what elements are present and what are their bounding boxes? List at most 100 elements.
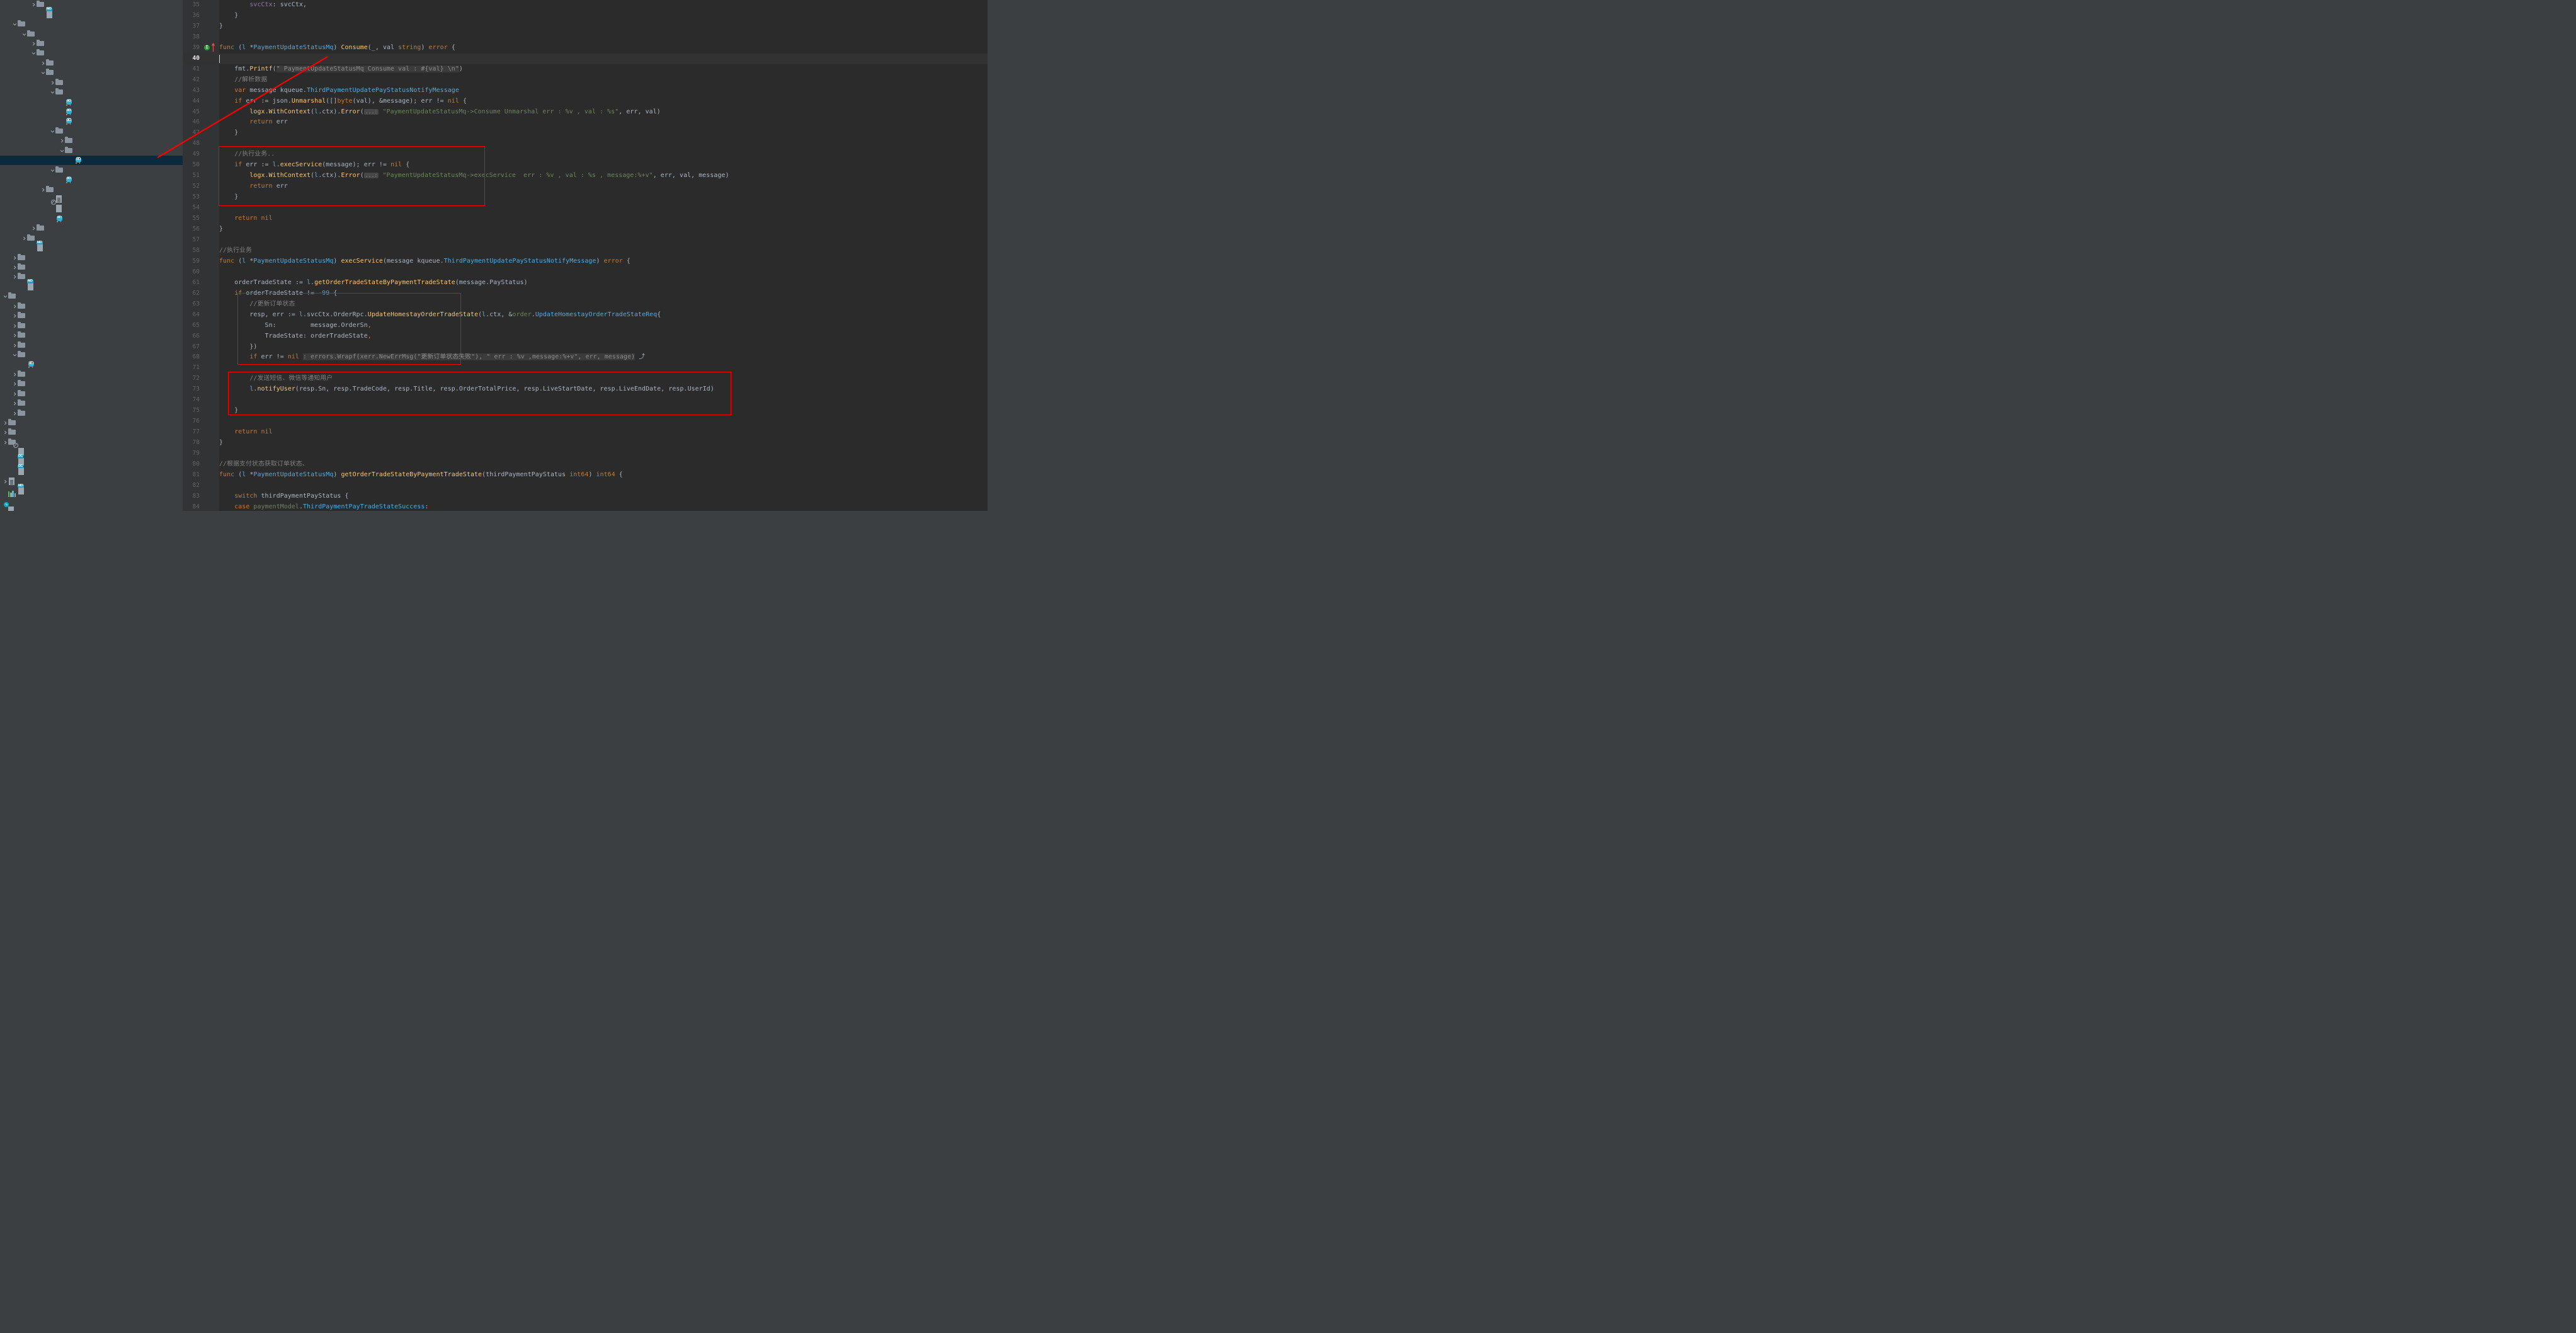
tree-item-paymentupdatestatus-go[interactable] (0, 156, 183, 166)
tree-item-order[interactable] (0, 20, 183, 29)
code-line[interactable]: switch thirdPaymentPayStatus { (219, 491, 988, 502)
tree-item-etc[interactable] (0, 59, 183, 68)
tree-item-ctxdata[interactable] (0, 311, 183, 321)
tree-item-order-go[interactable] (0, 214, 183, 224)
code-line[interactable]: if err != nil : errors.Wrapf(xerr.NewErr… (219, 352, 988, 363)
chevron-down-icon[interactable] (3, 294, 8, 299)
code-line[interactable]: if err := json.Unmarshal([]byte(val), &m… (219, 96, 988, 107)
editor-gutter[interactable]: 35 36 37 38 39 40 41 42 43 44 45 46 47 48 49 50 51 52 53 54… (183, 0, 219, 511)
tree-item-data[interactable] (0, 418, 183, 428)
tree-item-readme-md[interactable]: MD (0, 241, 183, 253)
tree-item-gitignore[interactable] (0, 443, 183, 457)
chevron-right-icon[interactable] (12, 372, 18, 377)
tree-item-tmp[interactable] (0, 185, 183, 194)
tree-item-result[interactable] (0, 370, 183, 379)
tree-item-defermq[interactable] (0, 136, 183, 146)
tree-item-interceptor[interactable] (0, 331, 183, 340)
code-line[interactable]: func (l *PaymentUpdateStatusMq) execServ… (219, 256, 988, 267)
tree-item-common[interactable] (0, 292, 183, 301)
tree-item-readme-md[interactable]: MD (0, 484, 183, 496)
tree-item-go-mod[interactable] (0, 476, 183, 486)
tree-item-mqs[interactable] (0, 127, 183, 136)
tree-item-uniqueid[interactable] (0, 389, 183, 399)
tree-item-gitignore[interactable] (0, 200, 183, 214)
code-line[interactable] (219, 481, 988, 491)
code-line[interactable]: } (219, 224, 988, 235)
tree-item-doc[interactable] (0, 438, 183, 447)
code-line[interactable] (219, 203, 988, 214)
code-line[interactable]: //发送短信、微信等通知用户 (219, 374, 988, 384)
chevron-right-icon[interactable] (59, 139, 65, 143)
tree-item-payment[interactable] (0, 253, 183, 262)
tree-item-setuidtoctxmiddleware-go[interactable] (0, 360, 183, 369)
code-line[interactable]: func (l *PaymentUpdateStatusMq) getOrder… (219, 470, 988, 481)
code-line[interactable]: logx.WithContext(l.ctx).Error(...: "Paym… (219, 107, 988, 118)
tree-item-svc[interactable] (0, 165, 183, 174)
tree-item-external-libraries[interactable] (0, 490, 183, 505)
chevron-right-icon[interactable] (50, 81, 55, 85)
chevron-right-icon[interactable] (12, 333, 18, 338)
tree-item-deploy[interactable] (0, 428, 183, 437)
tree-item-air-toml[interactable] (0, 195, 183, 204)
code-line[interactable]: l.notifyUser(resp.Sn, resp.TradeCode, re… (219, 384, 988, 395)
code-line[interactable]: }) (219, 342, 988, 353)
code-line[interactable] (219, 395, 988, 406)
tree-item-wxminisub[interactable] (0, 399, 183, 408)
tree-item-cmd[interactable] (0, 29, 183, 38)
tree-item-rpc[interactable] (0, 224, 183, 233)
tree-item-kqmqs-go[interactable] (0, 107, 183, 117)
chevron-right-icon[interactable] (21, 236, 27, 241)
code-editor[interactable]: 35 36 37 38 39 40 41 42 43 44 45 46 47 48 49 50 51 52 53 54… (183, 0, 988, 511)
code-line[interactable]: if err := l.execService(message); err !=… (219, 160, 988, 171)
tree-item-readme-md[interactable]: MD (0, 280, 183, 292)
chevron-right-icon[interactable] (12, 314, 18, 318)
code-line[interactable] (219, 32, 988, 43)
code-line[interactable]: return nil (219, 427, 988, 438)
code-line[interactable]: if orderTradeState != -99 { (219, 289, 988, 299)
chevron-down-icon[interactable] (21, 32, 27, 37)
chevron-right-icon[interactable] (40, 188, 46, 192)
tree-item-scratches-and-consoles[interactable] (0, 501, 183, 511)
tree-item-docker-compose-yml[interactable]: DC (0, 455, 183, 467)
tree-item-servicecontext-go[interactable] (0, 175, 183, 185)
code-line[interactable]: return err (219, 117, 988, 128)
chevron-right-icon[interactable] (12, 275, 18, 279)
code-line[interactable] (219, 449, 988, 459)
tree-item-kq[interactable] (0, 146, 183, 156)
tree-item-kqueue[interactable] (0, 340, 183, 350)
chevron-right-icon[interactable] (12, 382, 18, 386)
chevron-down-icon[interactable] (50, 168, 55, 173)
chevron-right-icon[interactable] (12, 324, 18, 328)
code-line[interactable] (219, 53, 988, 64)
code-line[interactable]: } (219, 438, 988, 449)
chevron-right-icon[interactable] (12, 411, 18, 416)
chevron-right-icon[interactable] (3, 479, 8, 484)
chevron-down-icon[interactable] (40, 71, 46, 75)
code-line[interactable]: Sn: message.OrderSn, (219, 321, 988, 331)
code-line[interactable]: var message kqueue.ThirdPaymentUpdatePay… (219, 86, 988, 96)
code-line[interactable] (219, 139, 988, 149)
code-line[interactable]: return err (219, 181, 988, 192)
chevron-down-icon[interactable] (12, 22, 18, 26)
code-line[interactable] (219, 363, 988, 374)
tree-item-listen[interactable] (0, 88, 183, 97)
project-tree[interactable]: MD MD MD DC DC MD (0, 0, 183, 511)
code-line[interactable] (219, 416, 988, 427)
chevron-right-icon[interactable] (3, 440, 8, 445)
chevron-down-icon[interactable] (50, 90, 55, 94)
project-sidebar[interactable]: MD MD MD DC DC MD (0, 0, 183, 511)
chevron-right-icon[interactable] (12, 392, 18, 396)
code-text-area[interactable]: svcCtx: svcCtx, }} func (l *PaymentUpdate… (219, 0, 988, 511)
tree-item-xerr[interactable] (0, 408, 183, 418)
code-line[interactable]: //更新订单状态 (219, 299, 988, 310)
code-line[interactable]: orderTradeState := l.getOrderTradeStateB… (219, 278, 988, 289)
code-line[interactable]: return nil (219, 214, 988, 224)
chevron-right-icon[interactable] (12, 401, 18, 406)
chevron-down-icon[interactable] (12, 353, 18, 357)
chevron-down-icon[interactable] (59, 149, 65, 153)
code-line[interactable] (219, 235, 988, 246)
tree-item-internal[interactable] (0, 68, 183, 77)
tree-item-middleware[interactable] (0, 350, 183, 360)
chevron-right-icon[interactable] (12, 304, 18, 309)
code-line[interactable]: } (219, 11, 988, 21)
